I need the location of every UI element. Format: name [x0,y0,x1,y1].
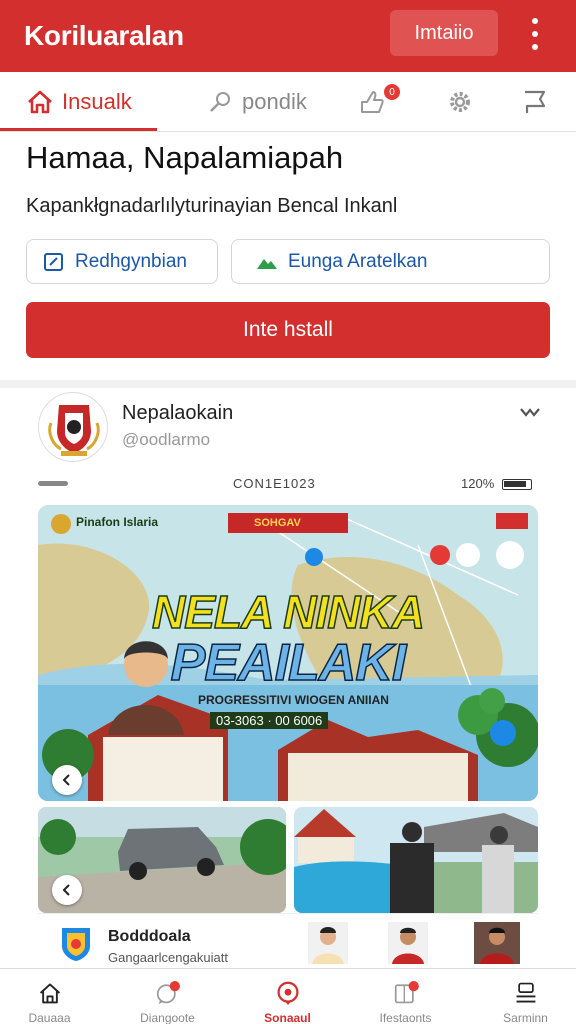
embedded-status-bar: CON1E1023 120% [38,476,540,494]
tab-bar: Insualk pondik 0 [0,72,576,132]
post-footer[interactable]: Bodddoala Gangaarlcengakuiatt [38,913,538,967]
tab-flag[interactable] [522,72,548,131]
nav-location[interactable]: Sonaaul [230,969,345,1024]
thumbnail-prev-button[interactable] [52,875,82,905]
person-portrait-1 [308,922,348,964]
nav-book-label: Ifestaonts [379,1011,432,1024]
footer-title: Bodddoala [108,928,191,945]
calendar-edit-button[interactable]: Redhgynbian [26,239,218,284]
chevron-down-icon[interactable] [518,405,542,421]
tab-settings[interactable] [446,72,474,131]
person-portrait-3 [474,922,520,964]
nav-location-label: Sonaaul [264,1011,311,1024]
profile-icon [516,982,535,1003]
author-avatar[interactable] [38,392,108,462]
poster-headline-2: PEAILAKI [170,633,407,693]
nav-profile[interactable]: Sarminn [468,969,576,1024]
post-author-name[interactable]: Nepalaokain [122,402,233,425]
post-thumbnail-car[interactable] [38,807,286,913]
header-action-button[interactable]: Imtaiio [390,10,498,56]
mountain-icon [257,258,277,269]
app-title: Koriluaralan [24,20,184,51]
signal-indicator [38,481,68,486]
tab-search[interactable]: pondik [208,72,307,131]
nav-home[interactable]: Dauaaa [0,969,107,1024]
nav-profile-label: Sarminn [503,1011,548,1024]
active-tab-indicator [0,128,157,131]
status-bar-text: CON1E1023 [233,476,316,491]
thumbs-up-icon [361,90,384,113]
poster-banner: SOHGAV [228,513,348,533]
poster-headline-1: NELA NINKA [151,585,425,639]
chevron-left-icon [62,884,70,896]
calendar-edit-icon [44,252,63,271]
battery-percent: 120% [461,476,495,491]
tab-home[interactable]: Insualk [26,72,132,131]
poster-logo-text: Pinafon Islaria [76,515,159,529]
home-icon [39,983,60,1004]
chevron-left-icon [62,774,70,786]
more-options-icon[interactable] [520,14,550,54]
poster-tagline: PROGRESSITIVI WIOGEN ANIIAN [198,693,389,707]
nav-chat-label: Diangoote [140,1011,195,1024]
tab-likes-badge: 0 [384,84,400,100]
nav-book[interactable]: Ifestaonts [348,969,463,1024]
chat-icon [156,981,180,1005]
install-button[interactable]: Inte hstall [26,302,550,358]
explore-button[interactable]: Eunga Aratelkan [231,239,550,284]
search-icon [210,91,230,112]
section-divider [0,380,576,388]
page-title: Hamaa, Napalamiapah [26,140,344,175]
explore-label: Eunga Aratelkan [288,250,428,272]
bottom-navigation: Dauaaa Diangoote Sonaaul Ifestaonts Sarm… [0,968,576,1024]
gear-icon [450,91,470,112]
flag-icon [525,90,546,113]
calendar-edit-label: Redhgynbian [75,250,187,272]
tab-likes[interactable]: 0 [358,72,400,131]
org-logo-icon [62,928,90,961]
tab-home-label: Insualk [62,88,132,114]
nav-chat[interactable]: Diangoote [110,969,225,1024]
person-portrait-2 [388,922,428,964]
coat-of-arms-icon [48,405,100,456]
poster-dates: 03-3063 · 00 6006 [210,712,329,729]
book-icon [394,981,419,1004]
nav-home-label: Dauaaa [28,1011,71,1024]
page-subtitle: Kapankłgnadarlılyturinayian Bencal Inkan… [26,195,398,217]
thumbnail-pool-image [294,807,538,913]
battery-icon [502,479,532,490]
post-author-handle: @oodlarmo [122,430,211,449]
post-main-image[interactable]: Pinafon Islaria SOHGAV NELA NINKA PEAILA… [38,505,538,801]
post-thumbnail-pool[interactable] [294,807,538,913]
home-icon [28,90,52,113]
footer-subtitle: Gangaarlcengakuiatt [108,950,228,965]
location-chat-icon [276,981,299,1005]
tab-search-label: pondik [242,88,307,114]
carousel-prev-button[interactable] [52,765,82,795]
